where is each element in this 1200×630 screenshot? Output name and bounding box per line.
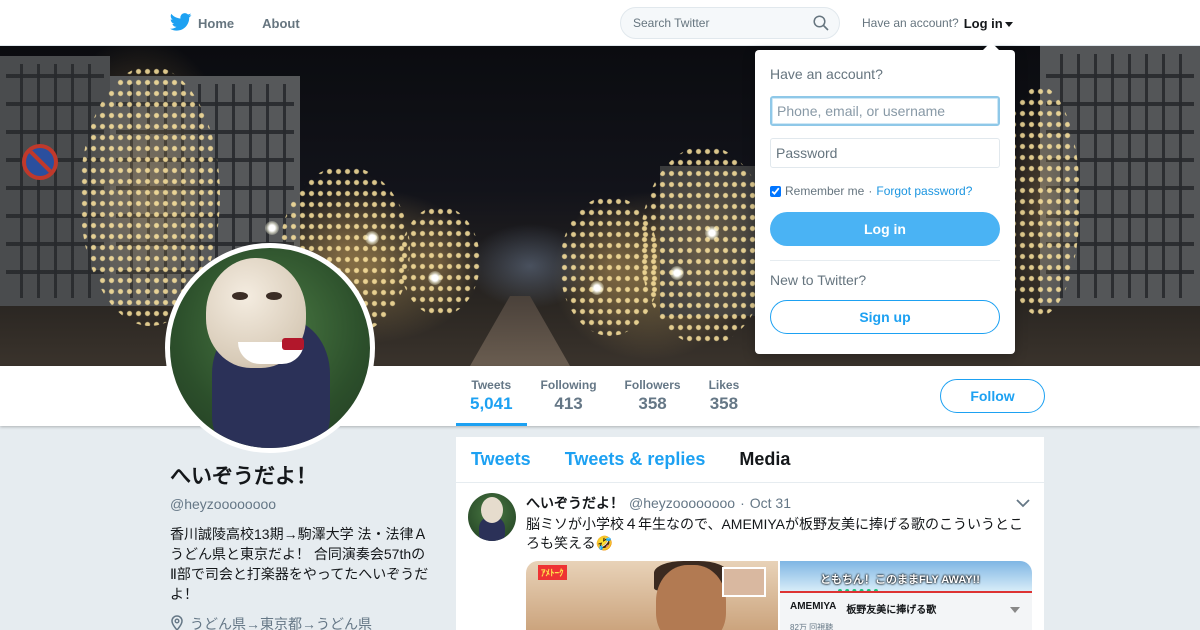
nav-account: Have an account? Log in bbox=[862, 0, 1013, 46]
remember-row: Remember me · Forgot password? bbox=[770, 184, 1000, 198]
profile-avatar[interactable] bbox=[165, 243, 375, 453]
stat-value: 358 bbox=[709, 394, 739, 413]
location-pin-icon bbox=[170, 614, 184, 630]
profile-name[interactable]: へいぞうだよ！ bbox=[170, 460, 430, 490]
search-input[interactable] bbox=[633, 16, 803, 30]
login-button[interactable]: Log in bbox=[770, 212, 1000, 246]
stat-label: Followers bbox=[624, 378, 681, 392]
tweet-media[interactable]: ｱﾒﾄｰｸ ともちん！このままFLY AWAY!! AMEMIYA 板野友美に捧… bbox=[526, 561, 1032, 630]
password-input[interactable] bbox=[770, 138, 1000, 168]
stat-label: Likes bbox=[708, 378, 740, 392]
no-parking-sign bbox=[22, 144, 58, 180]
separator-dot: · bbox=[868, 184, 873, 198]
tweet-author-name[interactable]: へいぞうだよ！ bbox=[526, 493, 624, 513]
login-dropdown-toggle[interactable]: Log in bbox=[964, 16, 1013, 31]
stat-followers[interactable]: Followers 358 bbox=[611, 366, 695, 426]
stat-tweets[interactable]: Tweets 5,041 bbox=[456, 366, 527, 426]
tweet-header: へいぞうだよ！ @heyzoooooooo · Oct 31 bbox=[526, 493, 1029, 513]
nav-about-link[interactable]: About bbox=[262, 16, 300, 31]
media-image-left[interactable]: ｱﾒﾄｰｸ bbox=[526, 561, 778, 630]
profile-location: うどん県→東京都→うどん県 bbox=[170, 614, 430, 630]
video-title-artist: AMEMIYA bbox=[790, 601, 837, 612]
stat-value: 358 bbox=[638, 394, 667, 413]
caret-down-icon bbox=[1004, 16, 1013, 31]
nav-about-label: About bbox=[262, 15, 300, 31]
stat-label: Following bbox=[540, 378, 597, 392]
tweet-avatar[interactable] bbox=[468, 493, 516, 541]
dropdown-divider bbox=[770, 260, 1000, 261]
tab-tweets[interactable]: Tweets bbox=[471, 449, 531, 470]
tweet-separator: · bbox=[740, 495, 745, 511]
remember-me-checkbox[interactable] bbox=[770, 185, 781, 197]
profile-bio: 香川誠陵高校13期→駒澤大学 法・法律Ａ うどん県と東京だよ！ 合同演奏会57t… bbox=[170, 526, 429, 602]
media-video-title: AMEMIYA 板野友美に捧げる歌 bbox=[790, 601, 1032, 616]
tweet[interactable]: へいぞうだよ！ @heyzoooooooo · Oct 31 脳ミソが小学校４年… bbox=[456, 483, 1044, 630]
media-video-views: 82万 回視聴 bbox=[790, 623, 834, 630]
new-to-twitter-text: New to Twitter? bbox=[770, 272, 867, 288]
stat-following[interactable]: Following 413 bbox=[527, 366, 611, 426]
signup-button[interactable]: Sign up bbox=[770, 300, 1000, 334]
timeline-tabs: Tweets Tweets & replies Media bbox=[456, 437, 1044, 483]
top-navigation: Home About Have an account? Log in bbox=[0, 0, 1200, 46]
media-caret-icon bbox=[1010, 607, 1020, 613]
profile-card: へいぞうだよ！ @heyzoooooooo 香川誠陵高校13期→駒澤大学 法・法… bbox=[170, 460, 430, 630]
login-link-label: Log in bbox=[963, 15, 1003, 31]
search-icon[interactable] bbox=[813, 15, 829, 31]
tweet-author-handle[interactable]: @heyzoooooooo bbox=[629, 495, 735, 511]
media-left-logo: ｱﾒﾄｰｸ bbox=[538, 565, 567, 580]
dropdown-title: Have an account? bbox=[770, 66, 883, 82]
follow-button[interactable]: Follow bbox=[940, 379, 1045, 413]
nav-home-link[interactable]: Home bbox=[169, 12, 235, 34]
tab-tweets-replies[interactable]: Tweets & replies bbox=[565, 449, 706, 470]
stat-value: 5,041 bbox=[470, 394, 513, 413]
stat-label: Tweets bbox=[471, 378, 512, 392]
stat-value: 413 bbox=[554, 394, 583, 413]
video-title-song: 板野友美に捧げる歌 bbox=[846, 605, 937, 616]
tab-media[interactable]: Media bbox=[739, 449, 790, 470]
have-account-text: Have an account? bbox=[862, 16, 959, 30]
twitter-bird-icon bbox=[169, 12, 192, 34]
remember-me-label: Remember me bbox=[785, 184, 865, 198]
chevron-down-icon[interactable] bbox=[1016, 495, 1030, 513]
nav-home-label: Home bbox=[198, 15, 235, 31]
tweet-text: 脳ミソが小学校４年生なので、AMEMIYAが板野友美に捧げる歌のこういうところも… bbox=[526, 516, 1023, 551]
login-dropdown: Have an account? Remember me · Forgot pa… bbox=[755, 42, 1015, 354]
media-image-right[interactable]: ともちん！このままFLY AWAY!! AMEMIYA 板野友美に捧げる歌 82… bbox=[780, 561, 1032, 630]
timeline: Tweets Tweets & replies Media へいぞうだよ！ @h… bbox=[456, 437, 1044, 630]
search-box bbox=[620, 7, 840, 39]
username-input[interactable] bbox=[770, 96, 1000, 126]
profile-stats: Tweets 5,041 Following 413 Followers 358… bbox=[456, 366, 753, 426]
forgot-password-link[interactable]: Forgot password? bbox=[876, 184, 972, 198]
stat-likes[interactable]: Likes 358 bbox=[695, 366, 754, 426]
nav-left: Home About bbox=[169, 0, 300, 46]
tweet-timestamp[interactable]: Oct 31 bbox=[750, 495, 791, 511]
profile-handle[interactable]: @heyzoooooooo bbox=[170, 496, 430, 512]
location-text: うどん県→東京都→うどん県 bbox=[190, 616, 372, 630]
